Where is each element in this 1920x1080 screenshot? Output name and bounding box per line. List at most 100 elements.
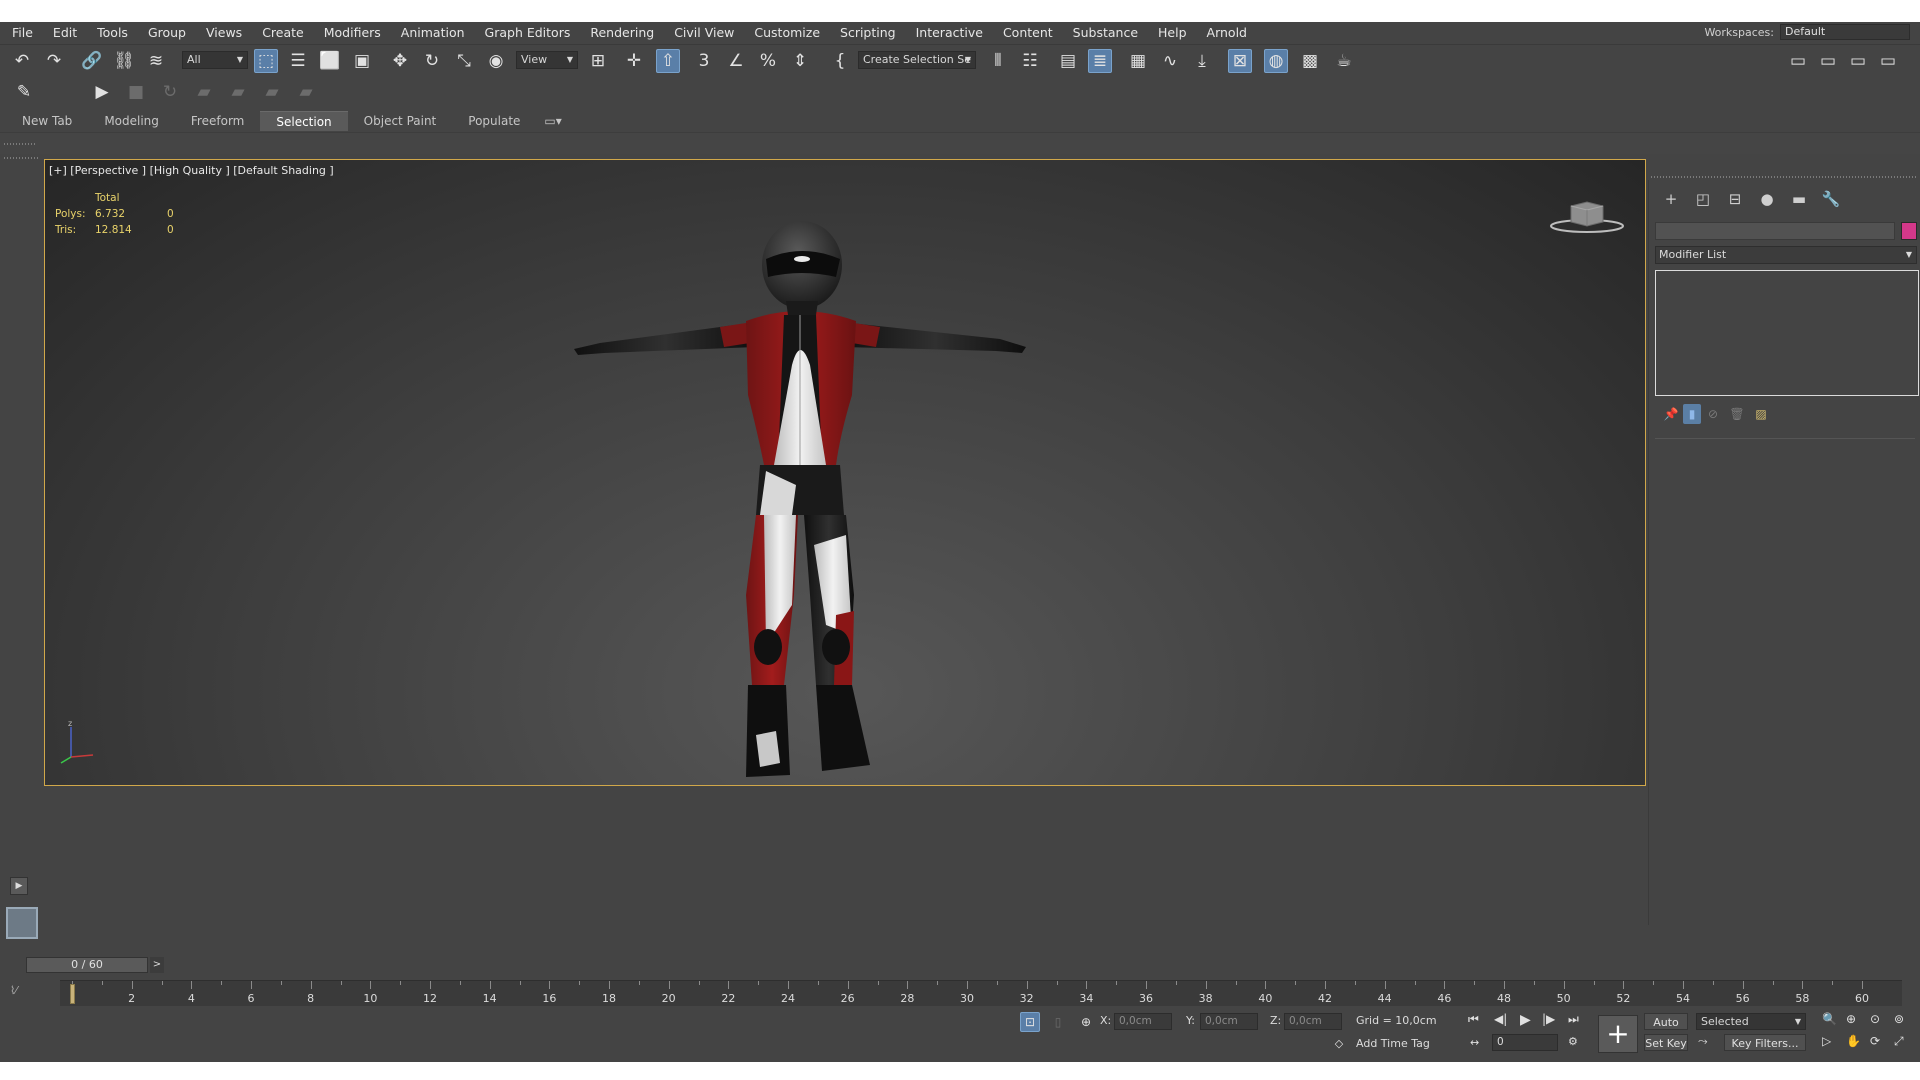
time-configuration-icon[interactable]: ⚙ [1568,1035,1578,1048]
zoom-all-icon[interactable]: ⊕ [1846,1012,1856,1026]
refresh-icon[interactable]: ↻ [158,80,182,104]
snap-3d-icon[interactable]: 3 [692,49,716,73]
play-icon[interactable]: ▶ [90,80,114,104]
tab-object-paint[interactable]: Object Paint [348,111,453,131]
time-config-icon[interactable]: ↔ [1470,1036,1479,1049]
curve-editor-icon[interactable]: ∿ [1158,49,1182,73]
tool-c-icon[interactable]: ▰ [260,80,284,104]
x-coordinate-field[interactable]: 0,0cm [1114,1013,1172,1030]
menu-file[interactable]: File [0,22,43,43]
menu-civil-view[interactable]: Civil View [664,22,744,43]
zoom-icon[interactable]: 🔍 [1822,1012,1837,1026]
workspace-tool-4-icon[interactable]: ▭ [1876,49,1900,73]
y-coordinate-field[interactable]: 0,0cm [1200,1013,1258,1030]
move-icon[interactable]: ✥ [388,49,412,73]
time-slider[interactable]: 0 / 60 [26,957,148,973]
place-icon[interactable]: ◉ [484,49,508,73]
field-of-view-icon[interactable]: ▷ [1822,1034,1831,1048]
redo-icon[interactable]: ↷ [42,49,66,73]
named-selection-dropdown[interactable]: Create Selection Se ▼ [858,51,976,69]
schematic-view-icon[interactable]: ⊠ [1228,49,1252,73]
key-mode-dropdown[interactable]: Selected ▼ [1696,1013,1806,1030]
set-key-button[interactable]: Set Key [1644,1034,1688,1051]
angle-snap-icon[interactable]: ∠ [724,49,748,73]
workspace-tool-2-icon[interactable]: ▭ [1816,49,1840,73]
stop-icon[interactable]: ■ [124,80,148,104]
spinner-snap-icon[interactable]: ⇕ [788,49,812,73]
time-cursor[interactable] [70,984,75,1004]
rotate-icon[interactable]: ↻ [420,49,444,73]
zoom-extents-all-icon[interactable]: ⊚ [1894,1012,1904,1026]
menu-content[interactable]: Content [993,22,1063,43]
keyboard-shortcut-icon[interactable]: ⇧ [656,49,680,73]
menu-customize[interactable]: Customize [744,22,830,43]
select-object-icon[interactable]: ⬚ [254,49,278,73]
bind-space-warp-icon[interactable]: ≋ [144,49,168,73]
perspective-viewport[interactable]: [+] [Perspective ] [High Quality ] [Defa… [44,159,1646,786]
menu-tools[interactable]: Tools [87,22,138,43]
display-icon[interactable]: ▬ [1783,188,1815,210]
next-frame-icon[interactable]: |▶ [1542,1012,1555,1026]
selection-filter-dropdown[interactable]: All ▼ [182,51,248,69]
render-icon[interactable]: ☕ [1332,49,1356,73]
align-icon[interactable]: ☷ [1018,49,1042,73]
make-unique-icon[interactable]: ⊘ [1701,404,1725,424]
tab-modeling[interactable]: Modeling [88,111,175,131]
menu-create[interactable]: Create [252,22,314,43]
menu-help[interactable]: Help [1148,22,1197,43]
menu-substance[interactable]: Substance [1063,22,1148,43]
tool-d-icon[interactable]: ▰ [294,80,318,104]
menu-scripting[interactable]: Scripting [830,22,906,43]
menu-modifiers[interactable]: Modifiers [314,22,391,43]
undo-icon[interactable]: ↶ [10,49,34,73]
ribbon-toggle-icon[interactable]: ▦ [1126,49,1150,73]
menu-edit[interactable]: Edit [43,22,87,43]
link-icon[interactable]: 🔗 [80,49,104,73]
menu-rendering[interactable]: Rendering [580,22,664,43]
modifier-stack[interactable] [1655,270,1919,396]
percent-snap-icon[interactable]: % [756,49,780,73]
go-to-start-icon[interactable]: ⏮ [1468,1012,1479,1027]
absolute-mode-icon[interactable]: ⊕ [1076,1012,1096,1032]
motion-icon[interactable]: ● [1751,188,1783,210]
show-end-result-icon[interactable]: ▮ [1683,404,1701,424]
go-to-end-icon[interactable]: ⏭ [1568,1012,1579,1027]
add-time-tag-button[interactable]: Add Time Tag [1356,1037,1430,1050]
pan-view-icon[interactable]: ✋ [1846,1034,1861,1048]
pivot-icon[interactable]: ⊞ [586,49,610,73]
play-animation-icon[interactable]: ▶ [1520,1012,1531,1028]
workspace-tool-1-icon[interactable]: ▭ [1786,49,1810,73]
isolate-icon[interactable]: ▯ [1048,1012,1068,1032]
unlink-icon[interactable]: ⛓ [112,49,136,73]
maximize-viewport-icon[interactable]: ⤢ [1894,1034,1904,1049]
menu-views[interactable]: Views [196,22,252,43]
menu-arnold[interactable]: Arnold [1197,22,1257,43]
z-coordinate-field[interactable]: 0,0cm [1284,1013,1342,1030]
select-by-name-icon[interactable]: ☰ [286,49,310,73]
time-slider-next-button[interactable]: > [150,957,164,973]
viewport-layout-button[interactable] [6,907,38,939]
menu-animation[interactable]: Animation [391,22,475,43]
track-bar[interactable]: 2 4 6 8 10 12 14 16 18 20 22 24 26 28 30 32 34 36 38 40 42 44… [60,980,1902,1006]
auto-key-button[interactable]: Auto Key [1644,1013,1688,1046]
workspace-tool-3-icon[interactable]: ▭ [1846,49,1870,73]
create-icon[interactable]: + [1655,188,1687,210]
rectangular-region-icon[interactable]: ⬜ [318,49,342,73]
modify-icon[interactable]: ◰ [1687,188,1719,210]
pin-stack-icon[interactable]: 📌 [1659,404,1683,424]
remove-modifier-icon[interactable]: 🗑 [1725,404,1749,424]
workspace-select[interactable]: Default [1780,24,1910,40]
material-editor-icon[interactable]: ◍ [1264,49,1288,73]
tab-populate[interactable]: Populate [452,111,536,131]
object-color-swatch[interactable] [1901,222,1917,240]
key-filters-button[interactable]: Key Filters... [1724,1034,1806,1051]
dope-sheet-icon[interactable]: ⤓ [1190,49,1214,73]
menu-graph-editors[interactable]: Graph Editors [475,22,581,43]
render-setup-icon[interactable]: ▩ [1298,49,1322,73]
orbit-icon[interactable]: ⟳ [1870,1034,1880,1048]
configure-modifier-sets-icon[interactable]: ▨ [1749,404,1773,424]
mirror-icon[interactable]: ⫴ [986,49,1010,73]
utilities-icon[interactable]: 🔧 [1815,188,1847,210]
ribbon-options-icon[interactable]: ▭▾ [536,111,569,131]
ref-coord-dropdown[interactable]: View ▼ [516,51,578,69]
